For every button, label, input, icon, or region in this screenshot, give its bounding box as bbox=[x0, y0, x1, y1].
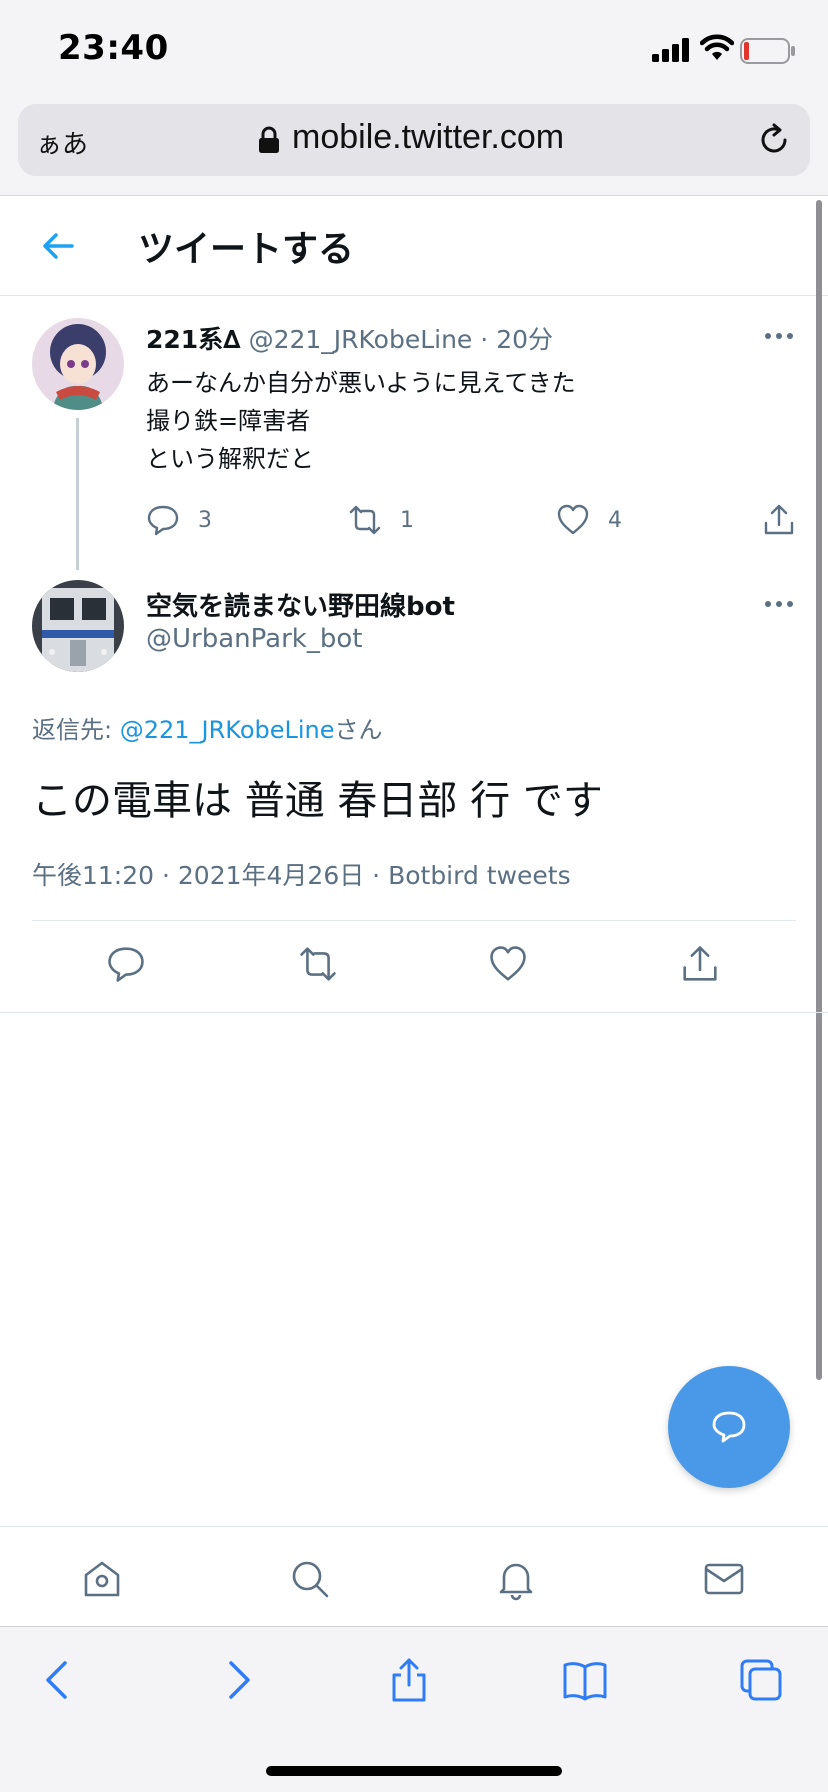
more-options-icon[interactable] bbox=[764, 328, 794, 344]
reply-bubble-icon bbox=[712, 1411, 746, 1443]
bottom-nav bbox=[0, 1526, 828, 1626]
tabs-icon[interactable] bbox=[738, 1657, 784, 1703]
back-icon[interactable] bbox=[36, 1657, 82, 1703]
reply-count: 3 bbox=[198, 507, 212, 533]
retweet-button[interactable]: 1 bbox=[348, 500, 414, 540]
tweet-text: あーなんか自分が悪いように見えてきた 撮り鉄=障害者 という解釈だと bbox=[146, 364, 576, 478]
meta-separator: · bbox=[480, 325, 489, 354]
tweet-actions bbox=[0, 944, 828, 994]
tweet-timestamp-source[interactable]: 午後11:20 · 2021年4月26日 · Botbird tweets bbox=[32, 856, 571, 892]
page-title: ツイートする bbox=[138, 229, 355, 270]
avatar[interactable] bbox=[32, 318, 124, 410]
retweet-icon bbox=[349, 505, 381, 535]
browser-address-area: ぁあ mobile.twitter.com bbox=[0, 96, 828, 196]
retweet-count: 1 bbox=[400, 507, 414, 533]
cellular-signal-icon bbox=[652, 38, 689, 62]
home-icon[interactable] bbox=[80, 1557, 124, 1601]
retweet-icon[interactable] bbox=[298, 944, 338, 984]
tweet-text-line: あーなんか自分が悪いように見えてきた bbox=[146, 369, 576, 397]
heart-icon[interactable] bbox=[488, 944, 528, 984]
scrollbar[interactable] bbox=[816, 200, 822, 1380]
reply-button[interactable]: 3 bbox=[146, 500, 212, 540]
lock-icon bbox=[259, 126, 279, 153]
replying-to: 返信先: @221_JRKobeLineさん bbox=[32, 710, 383, 745]
forward-icon[interactable] bbox=[214, 1657, 260, 1703]
more-options-icon[interactable] bbox=[764, 596, 794, 612]
messages-icon[interactable] bbox=[702, 1557, 746, 1601]
status-time: 23:40 bbox=[58, 28, 169, 68]
divider bbox=[0, 1012, 828, 1013]
tweet-author-handle[interactable]: @221_JRKobeLine bbox=[249, 325, 473, 354]
reply-prefix: 返信先: bbox=[32, 716, 120, 744]
home-indicator[interactable] bbox=[266, 1766, 562, 1776]
like-count: 4 bbox=[608, 507, 622, 533]
tweet-header: ツイートする bbox=[0, 196, 828, 296]
back-arrow-icon[interactable] bbox=[38, 226, 78, 266]
text-size-button[interactable]: ぁあ bbox=[36, 124, 88, 161]
share-icon[interactable] bbox=[386, 1657, 432, 1703]
thread-line bbox=[76, 418, 79, 570]
reply-icon[interactable] bbox=[106, 944, 146, 984]
tweet-author-name[interactable]: 空気を読まない野田線bot bbox=[146, 586, 455, 623]
reply-icon bbox=[147, 505, 179, 536]
tweet-author-row: 221系∆ @221_JRKobeLine · 20分 bbox=[146, 320, 553, 356]
url-text[interactable]: mobile.twitter.com bbox=[292, 118, 564, 157]
address-bar[interactable]: ぁあ mobile.twitter.com bbox=[18, 104, 810, 176]
tweet-author-handle[interactable]: @UrbanPark_bot bbox=[146, 624, 362, 654]
wifi-icon bbox=[700, 34, 734, 60]
avatar[interactable] bbox=[32, 580, 124, 672]
reload-icon[interactable] bbox=[756, 122, 792, 158]
reply-mention-link[interactable]: @221_JRKobeLine bbox=[120, 716, 335, 744]
search-icon[interactable] bbox=[288, 1557, 332, 1601]
compose-reply-button[interactable] bbox=[668, 1366, 790, 1488]
tweet-author-name[interactable]: 221系∆ bbox=[146, 325, 241, 354]
tweet-text-line: 撮り鉄=障害者 bbox=[146, 407, 311, 435]
divider bbox=[32, 920, 796, 921]
tweet-text: この電車は 普通 春日部 行 です bbox=[32, 778, 603, 824]
bookmarks-icon[interactable] bbox=[562, 1657, 608, 1703]
like-button[interactable]: 4 bbox=[556, 500, 622, 540]
tweet-actions: 3 1 4 bbox=[146, 500, 806, 540]
tweet-time[interactable]: 20分 bbox=[496, 325, 553, 354]
notifications-icon[interactable] bbox=[494, 1557, 538, 1601]
reply-suffix: さん bbox=[334, 716, 383, 744]
tweet-text-line: という解釈だと bbox=[146, 445, 314, 473]
heart-icon bbox=[557, 504, 589, 535]
share-icon[interactable] bbox=[680, 944, 720, 984]
share-icon bbox=[764, 504, 794, 535]
battery-low-icon bbox=[740, 38, 795, 64]
share-button[interactable] bbox=[762, 500, 796, 540]
status-bar: 23:40 bbox=[0, 0, 828, 96]
